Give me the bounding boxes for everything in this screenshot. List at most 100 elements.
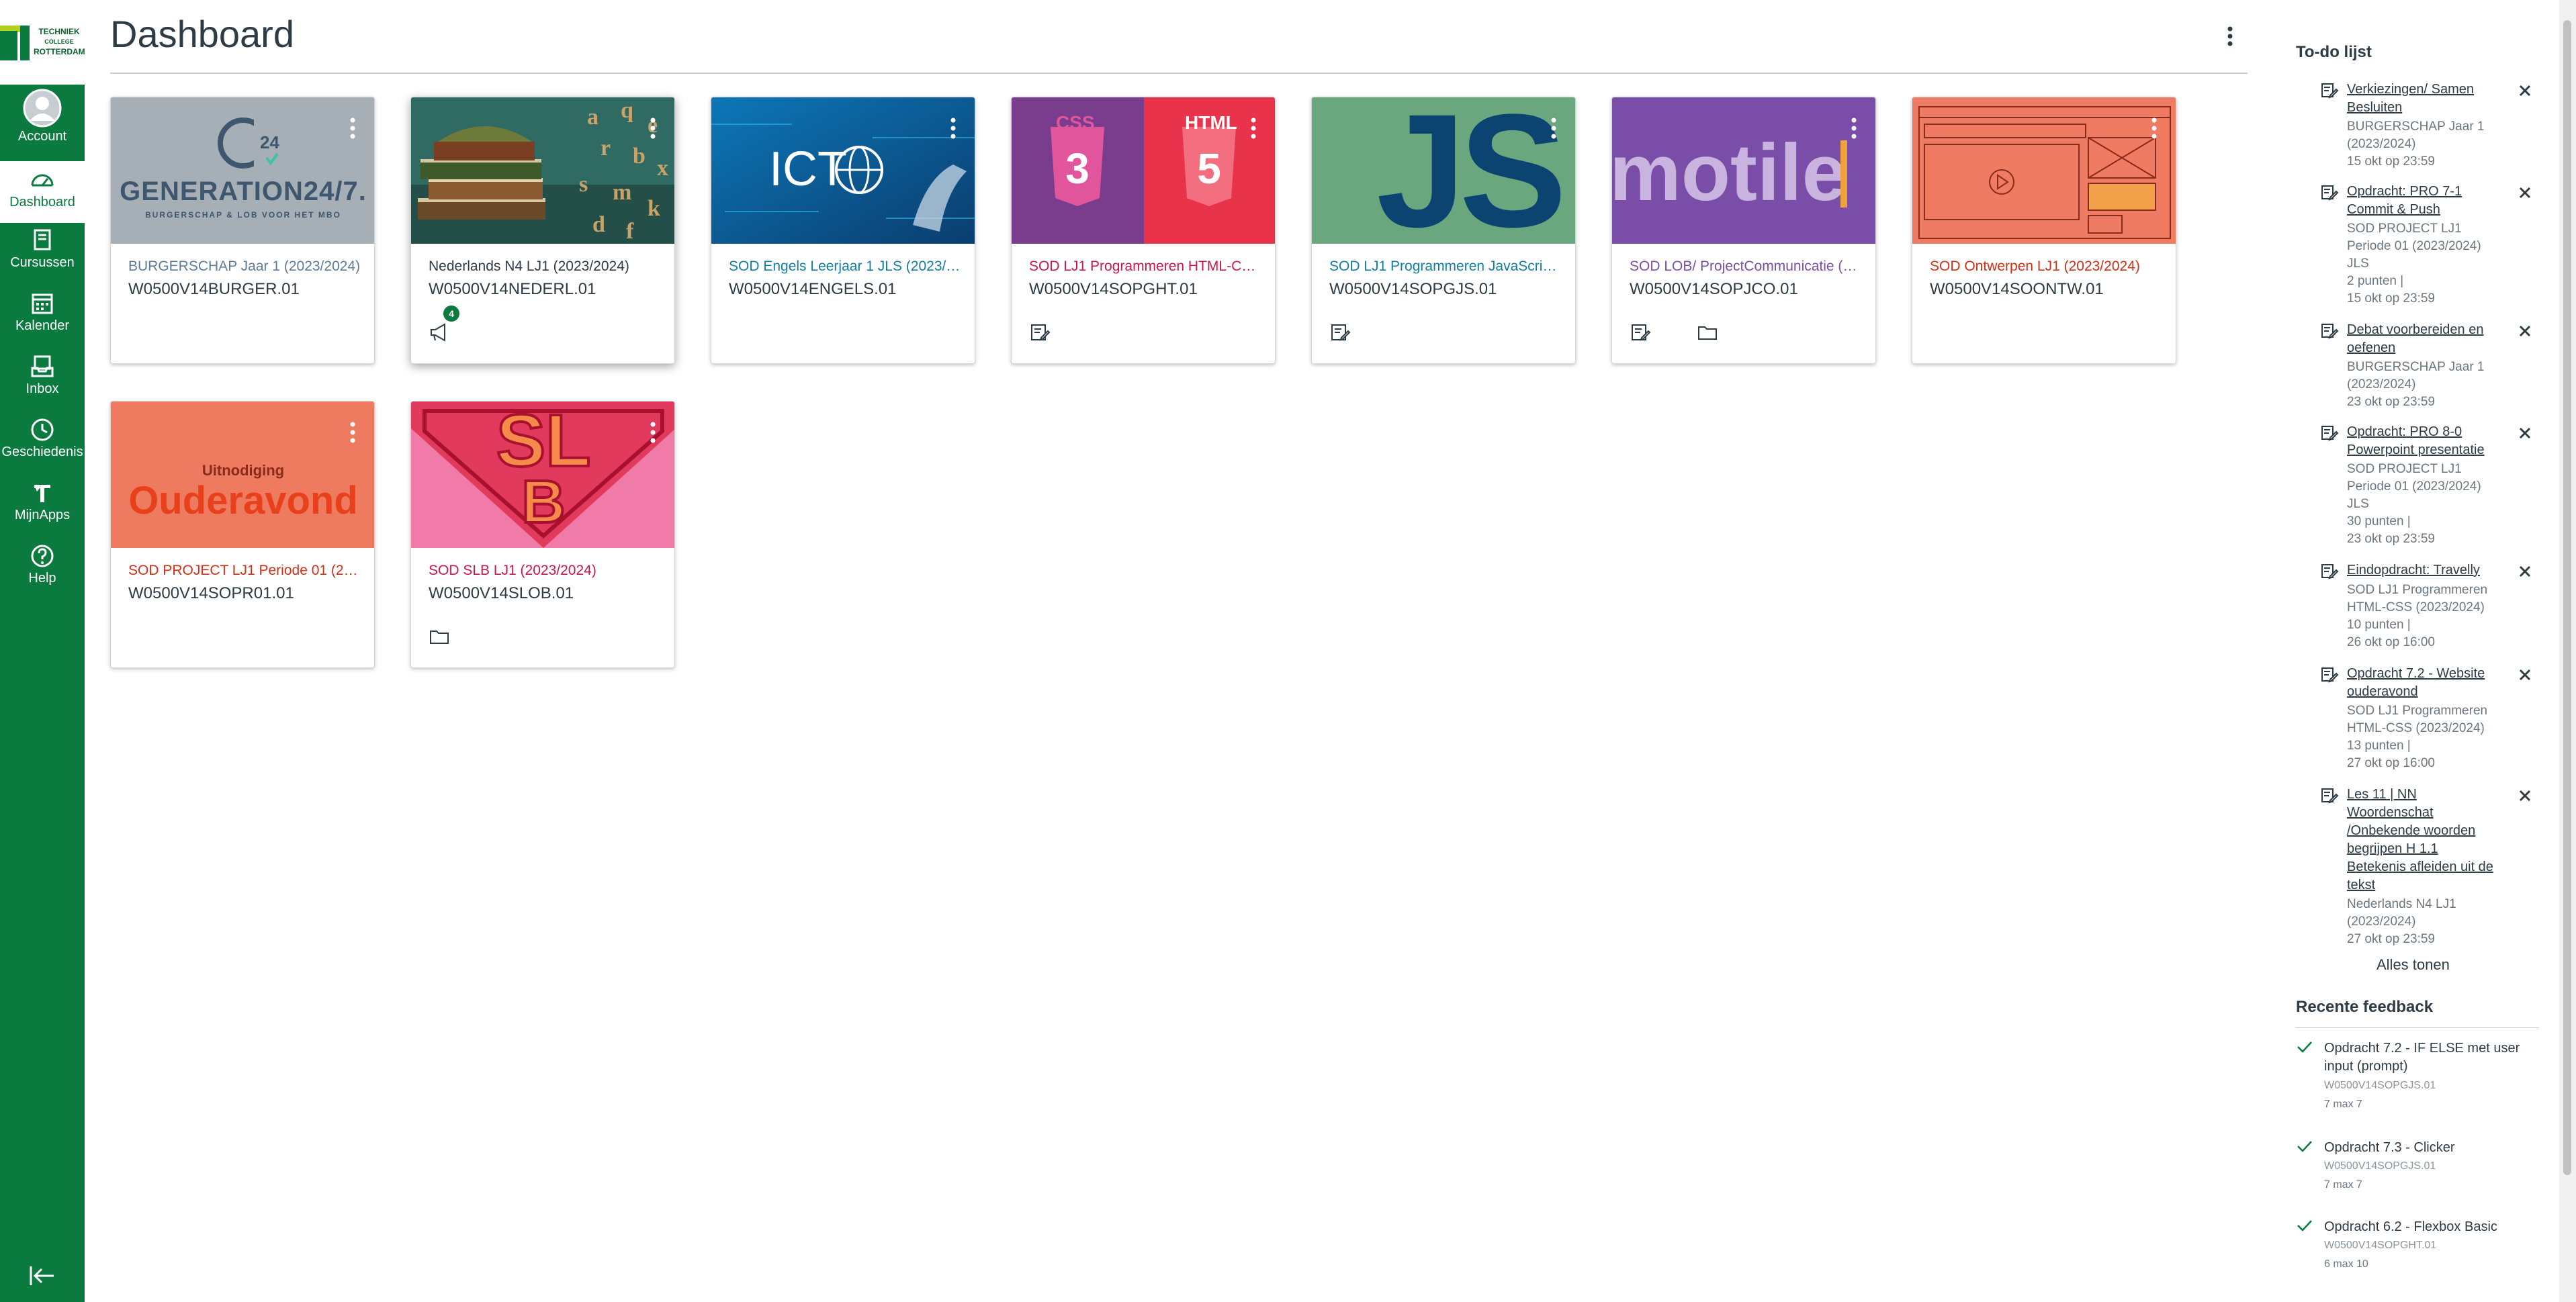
course-card-hero[interactable] [1912, 97, 2176, 244]
collapse-nav-icon[interactable] [27, 1262, 58, 1289]
assignment-icon [2321, 324, 2339, 339]
files-icon [1698, 326, 1717, 340]
nav-calendar[interactable]: Kalender [0, 287, 85, 349]
course-card[interactable]: 3 5 CSS HTML SOD LJ1 Programmeren HTML-C… [1011, 97, 1276, 364]
nav-account[interactable]: Account [0, 89, 85, 150]
todo-item-link[interactable]: Opdracht: PRO 8-0 Powerpoint presentatie [2347, 423, 2501, 459]
course-card[interactable]: aqe rbx smk df Nederlands N4 LJ1 (2023/2… [410, 97, 675, 364]
course-card[interactable]: ICT SOD Engels Leerjaar 1 JLS (2023/2024… [711, 97, 975, 364]
feedback-score: 7 max 7 [2324, 1099, 2362, 1110]
dismiss-todo-icon[interactable] [2518, 83, 2532, 98]
course-card-hero[interactable]: 24 GENERATION24/7. BURGERSCHAP & LOB VOO… [111, 97, 374, 244]
course-title[interactable]: SOD Ontwerpen LJ1 (2023/2024) [1930, 259, 2165, 275]
hero-title: motile [1612, 128, 1847, 218]
course-card-hero[interactable]: aqe rbx smk df [411, 97, 674, 244]
svg-text:24: 24 [260, 132, 279, 152]
dismiss-todo-icon[interactable] [2518, 426, 2532, 440]
assignment-icon [2321, 185, 2339, 201]
nav-dashboard[interactable]: Dashboard [0, 161, 85, 223]
todo-points: 10 punten | [2347, 618, 2411, 632]
course-card-hero[interactable]: ICT [711, 97, 975, 244]
course-card[interactable]: 24 GENERATION24/7. BURGERSCHAP & LOB VOO… [110, 97, 375, 364]
nav-history[interactable]: Geschiedenis [0, 414, 85, 475]
files-icon [430, 631, 449, 644]
feedback-title: Opdracht 6.2 - Flexbox Basic [2324, 1219, 2497, 1234]
dashboard-options-icon[interactable] [2217, 23, 2244, 50]
nav-help[interactable]: Help [0, 540, 85, 602]
announcements-button[interactable]: 4 [429, 306, 459, 346]
card-options-icon[interactable] [1847, 115, 1861, 142]
course-card[interactable]: motile SOD LOB/ ProjectCommunicatie (202… [1611, 97, 1876, 364]
assignment-icon [2321, 667, 2339, 683]
dismiss-todo-icon[interactable] [2518, 667, 2532, 682]
nav-courses[interactable]: Cursussen [0, 224, 85, 286]
card-options-icon[interactable] [646, 115, 660, 142]
nav-inbox[interactable]: Inbox [0, 351, 85, 412]
course-card-hero[interactable]: SL B [411, 402, 674, 548]
assignment-icon [2321, 83, 2339, 99]
books-image: a qe rbx s mk df [411, 97, 674, 244]
page-scrollbar[interactable] [2559, 0, 2576, 1302]
files-button[interactable] [1697, 322, 1724, 346]
course-card-hero[interactable]: motile [1612, 97, 1875, 244]
svg-text:b: b [633, 144, 646, 169]
card-options-icon[interactable] [1547, 115, 1560, 142]
card-options-icon[interactable] [2147, 115, 2161, 142]
todo-title-line: Verkiezingen/ Samen [2347, 82, 2475, 97]
files-button[interactable] [429, 626, 455, 650]
todo-item-link[interactable]: Debat voorbereiden en oefenen [2347, 321, 2501, 357]
svg-text:r: r [601, 136, 611, 160]
page-title: Dashboard [110, 13, 294, 55]
course-card-hero[interactable]: Uitnodiging Ouderavond [111, 402, 374, 548]
course-card[interactable]: Uitnodiging Ouderavond SOD PROJECT LJ1 P… [110, 401, 375, 668]
nav-mijnapps[interactable]: MijnApps [0, 477, 85, 539]
techniek-college-logo[interactable]: TECHNIEK COLLEGE ROTTERDAM [0, 0, 85, 85]
course-card[interactable]: SOD Ontwerpen LJ1 (2023/2024) W0500V14SO… [1912, 97, 2176, 364]
course-title[interactable]: Nederlands N4 LJ1 (2023/2024) [429, 259, 664, 275]
assignments-button[interactable] [1329, 322, 1356, 346]
dismiss-todo-icon[interactable] [2518, 185, 2532, 200]
dismiss-todo-icon[interactable] [2518, 564, 2532, 579]
course-title[interactable]: SOD SLB LJ1 (2023/2024) [429, 563, 664, 579]
course-card-hero[interactable]: JS [1312, 97, 1575, 244]
course-card-hero[interactable]: 3 5 CSS HTML [1012, 97, 1275, 244]
todo-item-link[interactable]: Opdracht 7.2 - Website ouderavond [2347, 665, 2501, 701]
history-icon [31, 418, 54, 441]
assignments-button[interactable] [1630, 322, 1656, 346]
todo-title-line: Woordenschat [2347, 805, 2434, 820]
dismiss-todo-icon[interactable] [2518, 324, 2532, 338]
course-title[interactable]: SOD Engels Leerjaar 1 JLS (2023/2024) [729, 259, 964, 275]
course-title[interactable]: SOD LJ1 Programmeren HTML-CSS (2023/2024… [1029, 259, 1264, 275]
course-code: W0500V14ENGELS.01 [729, 280, 897, 298]
course-code: W0500V14NEDERL.01 [429, 280, 596, 298]
course-card[interactable]: SL B SOD SLB LJ1 (2023/2024) W0500V14SLO… [410, 401, 675, 668]
assignments-button[interactable] [1029, 322, 1056, 346]
card-options-icon[interactable] [346, 419, 359, 446]
card-options-icon[interactable] [646, 419, 660, 446]
todo-course: SOD LJ1 Programmeren [2347, 704, 2488, 718]
hero-title: CSS [1056, 112, 1095, 133]
card-options-icon[interactable] [1247, 115, 1260, 142]
todo-item-link[interactable]: Les 11 | NN Woordenschat/Onbekende woorde… [2347, 786, 2501, 894]
scrollbar-thumb[interactable] [2563, 20, 2571, 1175]
course-code: W0500V14SOPGHT.01 [1029, 280, 1198, 298]
logo-line: TECHNIEK [38, 27, 80, 36]
nav-help-label: Help [28, 571, 56, 586]
todo-item-link[interactable]: Verkiezingen/ Samen Besluiten [2347, 81, 2501, 117]
todo-course: HTML-CSS (2023/2024) [2347, 600, 2485, 614]
course-title[interactable]: SOD LOB/ ProjectCommunicatie (2023/2024) [1630, 259, 1865, 275]
course-card[interactable]: JS SOD LJ1 Programmeren JavaScript (2023… [1311, 97, 1576, 364]
checkmark-icon [2297, 1041, 2312, 1053]
card-options-icon[interactable] [346, 115, 359, 142]
course-title[interactable]: SOD PROJECT LJ1 Periode 01 (2023/2024) [128, 563, 363, 579]
course-title[interactable]: SOD LJ1 Programmeren JavaScript (2023/20… [1329, 259, 1564, 275]
todo-course: SOD PROJECT LJ1 [2347, 222, 2462, 236]
course-title[interactable]: BURGERSCHAP Jaar 1 (2023/2024) [128, 259, 363, 275]
dismiss-todo-icon[interactable] [2518, 788, 2532, 803]
feedback-title-line: input (prompt) [2324, 1059, 2408, 1074]
todo-item-link[interactable]: Opdracht: PRO 7-1 Commit & Push [2347, 183, 2501, 219]
show-all-todos-link[interactable]: Alles tonen [2377, 956, 2450, 974]
svg-text:m: m [613, 180, 631, 205]
todo-item-link[interactable]: Eindopdracht: Travelly [2347, 561, 2501, 579]
card-options-icon[interactable] [946, 115, 960, 142]
